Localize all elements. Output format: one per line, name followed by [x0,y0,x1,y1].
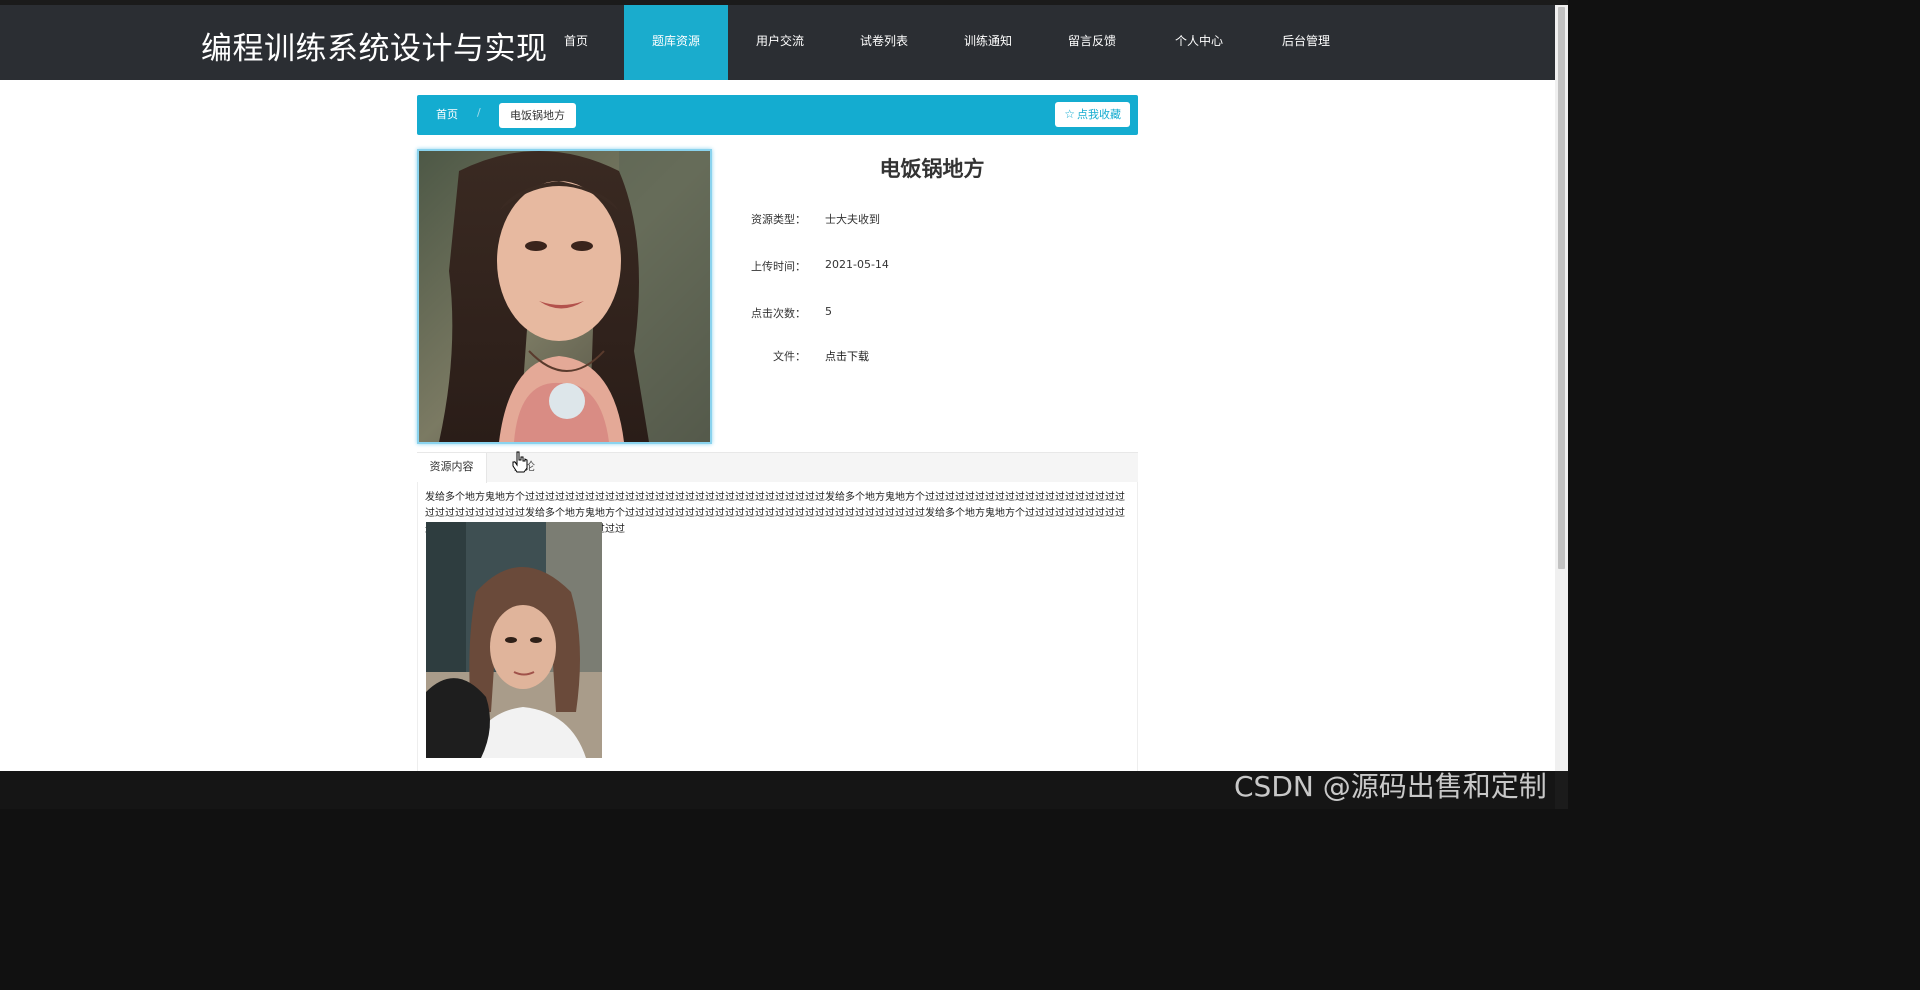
nav-item-5[interactable]: 留言反馈 [1040,5,1144,80]
nav-item-0[interactable]: 首页 [528,5,624,80]
top-navbar: 编程训练系统设计与实现 首页 题库资源 用户交流 试卷列表 训练通知 留言反馈 个人中心 后台… [0,5,1555,80]
download-link[interactable]: 点击下载 [825,348,869,364]
field-file: 文件： 点击下载 [732,348,1132,368]
scrollbar-thumb[interactable] [1558,7,1565,569]
breadcrumb-home-link[interactable]: 首页 [436,106,458,122]
field-label: 上传时间： [751,260,806,273]
field-click-count: 点击次数： 5 [732,305,1132,325]
tab-resource-content[interactable]: 资源内容 [417,453,487,483]
nav-item-2[interactable]: 用户交流 [728,5,832,80]
breadcrumb: 首页 / 电饭锅地方 ☆ 点我收藏 [417,95,1138,135]
hand-cursor-icon [512,451,528,473]
content-panel: 发给多个地方鬼地方个过过过过过过过过过过过过过过过过过过过过过过过过过过过过过过… [417,482,1138,771]
favorite-label: 点我收藏 [1077,108,1121,121]
breadcrumb-separator: / [477,106,481,119]
browser-viewport: 编程训练系统设计与实现 首页 题库资源 用户交流 试卷列表 训练通知 留言反馈 个人中心 后台… [0,0,1568,809]
field-resource-type: 资源类型： 士大夫收到 [732,211,1132,231]
field-value: 5 [825,305,832,318]
nav-item-7[interactable]: 后台管理 [1254,5,1358,80]
portrait-image [419,151,710,442]
vertical-scrollbar[interactable] [1555,5,1568,771]
watermark: CSDN @源码出售和定制 [1234,770,1547,803]
field-value: 士大夫收到 [825,213,880,226]
star-outline-icon: ☆ [1064,107,1075,121]
field-label: 文件： [773,350,806,363]
favorite-button[interactable]: ☆ 点我收藏 [1055,102,1130,127]
breadcrumb-current: 电饭锅地方 [499,103,576,128]
nav-item-6[interactable]: 个人中心 [1144,5,1254,80]
site-title: 编程训练系统设计与实现 [201,31,548,67]
field-upload-time: 上传时间： 2021-05-14 [732,258,1132,278]
page: 编程训练系统设计与实现 首页 题库资源 用户交流 试卷列表 训练通知 留言反馈 个人中心 后台… [0,5,1555,771]
main-nav: 首页 题库资源 用户交流 试卷列表 训练通知 留言反馈 个人中心 后台管理 [528,5,1358,80]
resource-cover-image [417,149,712,444]
resource-title: 电饭锅地方 [879,157,985,181]
content-photo-image [426,522,602,758]
field-value: 2021-05-14 [825,258,889,271]
field-label: 点击次数： [751,307,806,320]
field-label: 资源类型： [751,213,806,226]
nav-item-3[interactable]: 试卷列表 [832,5,936,80]
nav-item-1[interactable]: 题库资源 [624,5,728,80]
content-image [426,522,602,758]
nav-item-4[interactable]: 训练通知 [936,5,1040,80]
